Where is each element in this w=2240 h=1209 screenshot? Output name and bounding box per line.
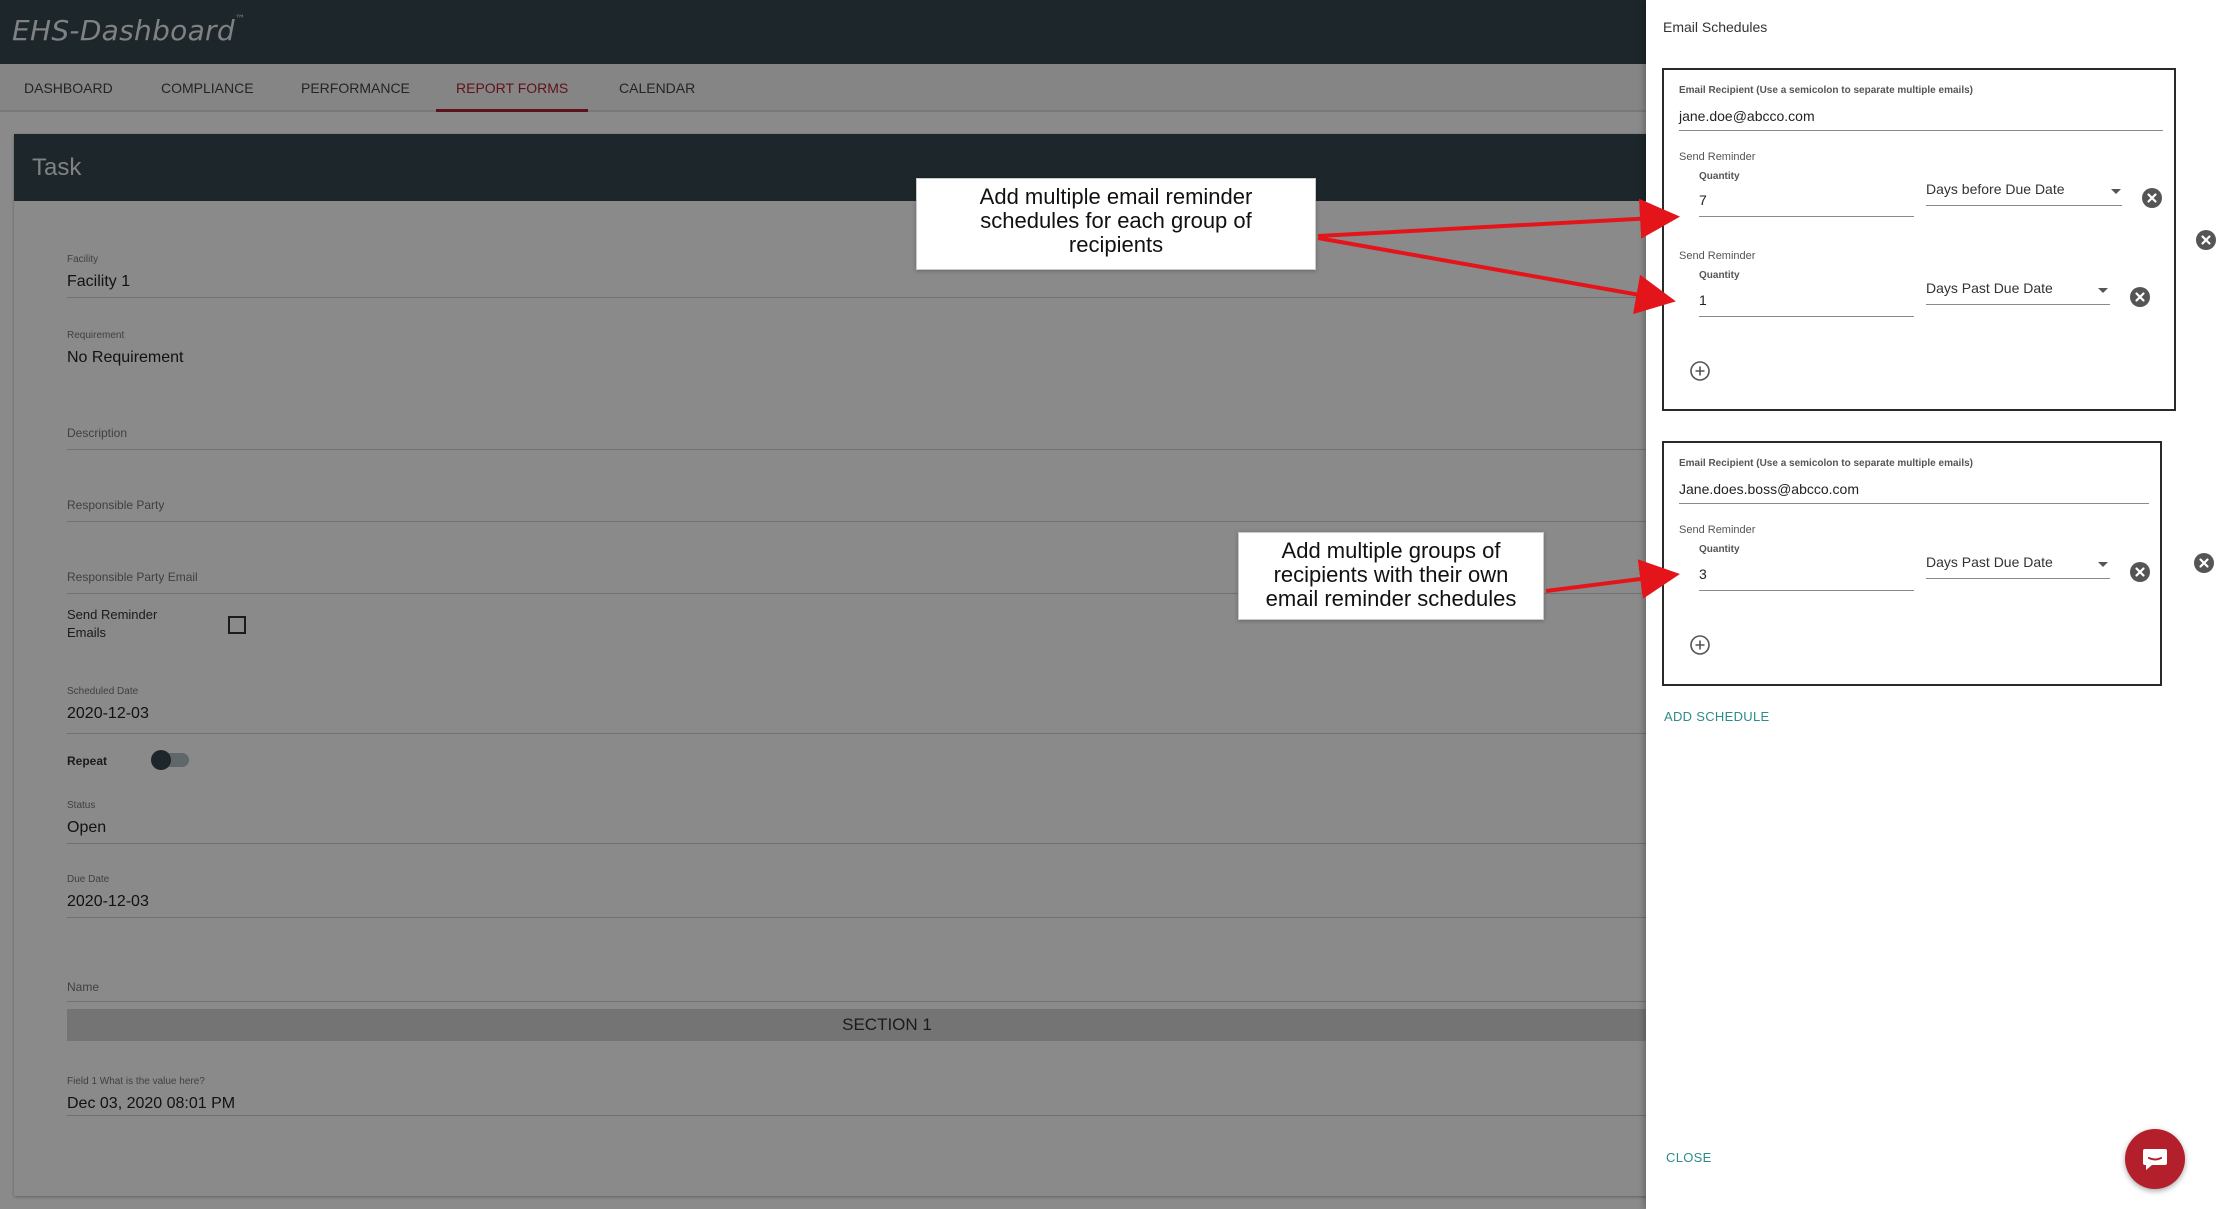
recipient-group: Email Recipient (Use a semicolon to sepa…: [1662, 68, 2176, 411]
close-button[interactable]: CLOSE: [1666, 1150, 1712, 1165]
quantity-label: Quantity: [1699, 270, 1740, 281]
quantity-underline: [1699, 316, 1914, 317]
add-schedule-button[interactable]: ADD SCHEDULE: [1664, 709, 1769, 724]
remove-reminder-icon[interactable]: [2130, 287, 2150, 307]
quantity-underline: [1699, 216, 1914, 217]
annotation-callout: Add multiple email reminder schedules fo…: [916, 178, 1316, 270]
remove-reminder-icon[interactable]: [2130, 562, 2150, 582]
reminder-timing-select[interactable]: Days before Due Date: [1926, 181, 2065, 197]
remove-reminder-icon[interactable]: [2142, 188, 2162, 208]
quantity-input[interactable]: 7: [1699, 192, 1707, 208]
remove-group-icon[interactable]: [2196, 230, 2216, 250]
select-underline: [1926, 578, 2110, 579]
quantity-input[interactable]: 3: [1699, 566, 1707, 582]
email-recipient-label: Email Recipient (Use a semicolon to sepa…: [1679, 458, 1973, 469]
select-underline: [1926, 304, 2110, 305]
chat-icon: [2143, 1149, 2167, 1170]
send-reminder-label: Send Reminder: [1679, 524, 1756, 536]
chevron-down-icon[interactable]: [2111, 189, 2121, 194]
remove-group-icon[interactable]: [2194, 553, 2214, 573]
email-schedules-drawer: Email Schedules Email Recipient (Use a s…: [1646, 0, 2240, 1209]
email-input-underline: [1679, 130, 2163, 131]
add-reminder-icon[interactable]: [1689, 360, 1711, 382]
reminder-timing-select[interactable]: Days Past Due Date: [1926, 554, 2053, 570]
recipient-group: Email Recipient (Use a semicolon to sepa…: [1662, 441, 2162, 686]
drawer-title: Email Schedules: [1663, 19, 1768, 35]
add-reminder-icon[interactable]: [1689, 634, 1711, 656]
send-reminder-label: Send Reminder: [1679, 250, 1756, 262]
annotation-callout: Add multiple groups of recipients with t…: [1238, 532, 1544, 620]
send-reminder-label: Send Reminder: [1679, 151, 1756, 163]
quantity-underline: [1699, 590, 1914, 591]
quantity-input[interactable]: 1: [1699, 292, 1707, 308]
email-recipient-input[interactable]: Jane.does.boss@abcco.com: [1679, 481, 1859, 497]
select-underline: [1926, 205, 2122, 206]
email-recipient-input[interactable]: jane.doe@abcco.com: [1679, 108, 1815, 124]
chat-button[interactable]: [2125, 1129, 2185, 1189]
reminder-timing-select[interactable]: Days Past Due Date: [1926, 280, 2053, 296]
quantity-label: Quantity: [1699, 171, 1740, 182]
email-input-underline: [1679, 503, 2149, 504]
email-recipient-label: Email Recipient (Use a semicolon to sepa…: [1679, 85, 1973, 96]
chevron-down-icon[interactable]: [2098, 562, 2108, 567]
chevron-down-icon[interactable]: [2098, 288, 2108, 293]
quantity-label: Quantity: [1699, 544, 1740, 555]
